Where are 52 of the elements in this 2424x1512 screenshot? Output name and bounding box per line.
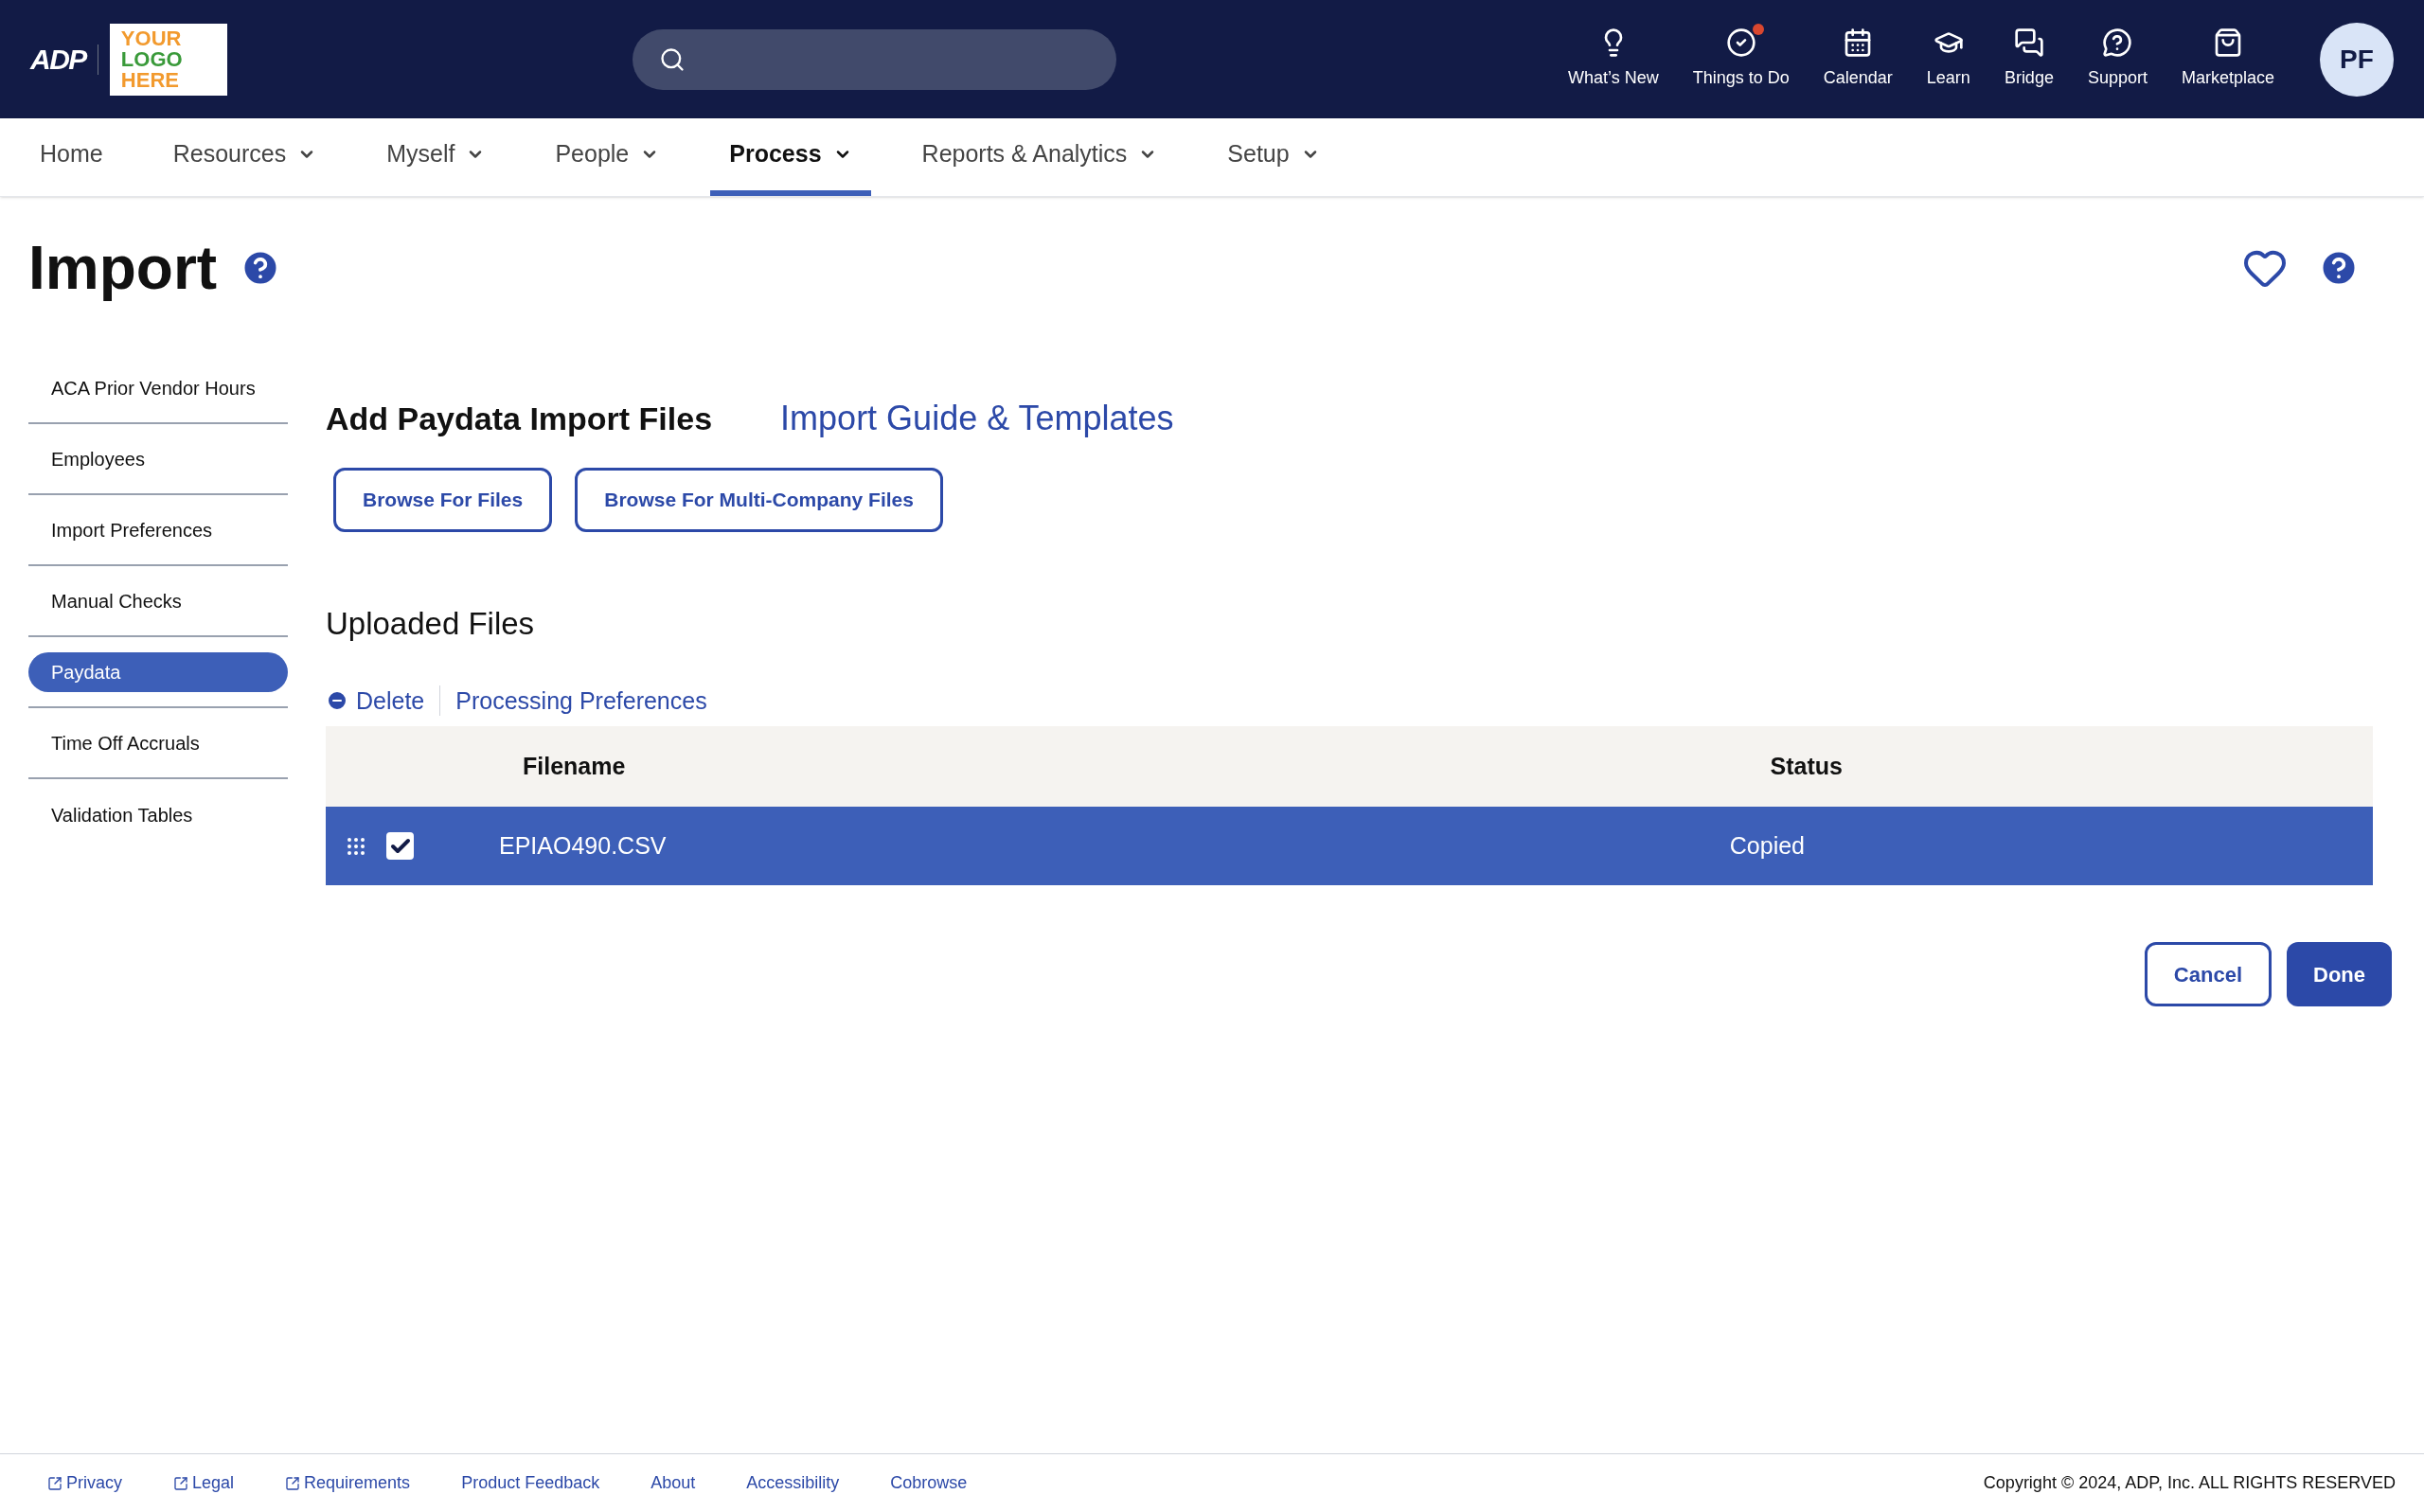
toolbar-button[interactable]: Bridge xyxy=(2000,27,2058,91)
section-heading: Add Paydata Import Files xyxy=(326,400,713,438)
nav-tab[interactable]: Reports & Analytics xyxy=(902,117,1177,196)
sidebar-item[interactable]: Manual Checks xyxy=(28,580,288,621)
nav-tab[interactable]: Resources xyxy=(153,117,336,196)
brand-logo[interactable]: ADP xyxy=(30,38,86,80)
browse-button[interactable]: Browse For Files xyxy=(333,468,553,532)
nav-tab[interactable]: Myself xyxy=(367,117,505,196)
user-avatar[interactable]: PF xyxy=(2320,22,2394,97)
sidebar-item[interactable]: Time Off Accruals xyxy=(28,722,288,763)
footer-link[interactable]: Product Feedback xyxy=(461,1470,600,1496)
footer-link[interactable]: Accessibility xyxy=(746,1470,840,1496)
question-bubble-icon xyxy=(2102,27,2133,58)
toolbar-button[interactable]: Learn xyxy=(1922,27,1974,91)
footer-link[interactable]: Legal xyxy=(173,1470,235,1496)
sidebar-item[interactable]: ACA Prior Vendor Hours xyxy=(28,367,288,408)
browse-button[interactable]: Browse For Multi-Company Files xyxy=(575,468,943,532)
checkmark-circle-icon xyxy=(1725,27,1756,58)
toolbar-button[interactable]: Things to Do xyxy=(1688,27,1793,91)
nav-tab[interactable]: People xyxy=(536,117,679,196)
column-header: Status xyxy=(1770,751,1843,781)
sidebar-item[interactable]: Validation Tables xyxy=(28,794,288,835)
toolbar-button[interactable]: What’s New xyxy=(1564,27,1663,91)
footer-link[interactable]: Privacy xyxy=(47,1470,122,1496)
sidebar-item[interactable]: Paydata xyxy=(28,651,288,692)
company-logo: YOUR LOGO HERE xyxy=(109,23,227,96)
table-cell-text: Copied xyxy=(1729,830,1805,861)
cancel-button[interactable]: Cancel xyxy=(2144,942,2272,1006)
nav-tab[interactable]: Setup xyxy=(1208,117,1339,196)
toolbar-button[interactable]: Support xyxy=(2083,27,2151,91)
footer-link[interactable]: Requirements xyxy=(285,1470,411,1496)
delete-button[interactable]: Delete xyxy=(326,683,425,719)
column-header: Filename xyxy=(523,751,626,781)
nav-tab[interactable]: Process xyxy=(710,117,871,196)
sidebar-item[interactable]: Import Preferences xyxy=(28,509,288,550)
page-title: Import xyxy=(28,233,218,304)
search-icon xyxy=(658,45,686,73)
preferences-link[interactable]: Processing Preferences xyxy=(455,683,707,719)
chat-bubbles-icon xyxy=(2013,27,2044,58)
copyright-text: Copyright © 2024, ADP, Inc. ALL RIGHTS RESERVED xyxy=(1983,1472,2396,1494)
footer-link[interactable]: About xyxy=(651,1470,696,1496)
nav-tab[interactable]: Home xyxy=(21,117,122,196)
sidebar-item[interactable]: Employees xyxy=(28,438,288,479)
done-button[interactable]: Done xyxy=(2287,942,2392,1006)
toolbar-button[interactable]: Marketplace xyxy=(2177,27,2278,91)
row-checkbox[interactable] xyxy=(386,832,414,860)
footer-link[interactable]: Cobrowse xyxy=(890,1470,968,1496)
guide-link[interactable]: Import Guide & Templates xyxy=(780,393,1174,444)
toolbar-button[interactable]: Calendar xyxy=(1819,27,1897,91)
table-cell-text: EPIAO490.CSV xyxy=(499,830,667,861)
section-heading: Uploaded Files xyxy=(326,605,536,643)
table-row[interactable]: EPIAO490.CSV Copied xyxy=(326,807,2373,885)
